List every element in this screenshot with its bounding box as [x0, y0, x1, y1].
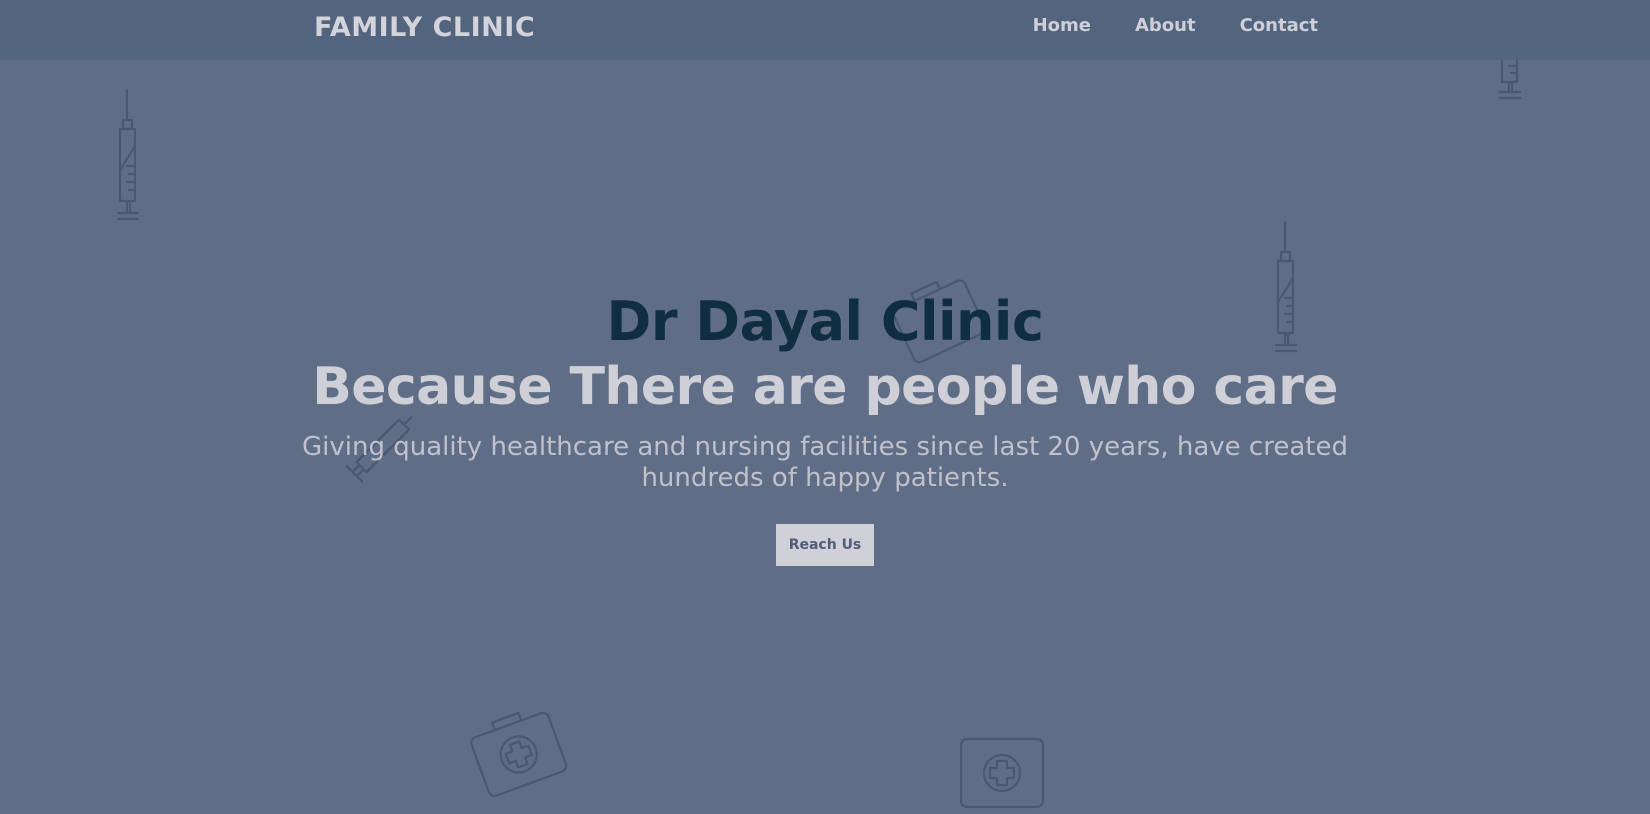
first-aid-kit-icon [470, 711, 568, 797]
nav-link-about[interactable]: About [1135, 15, 1196, 36]
hero-tagline: Because There are people who care [312, 357, 1338, 417]
hero-section: Dr Dayal Clinic Because There are people… [0, 290, 1650, 566]
hero-title: Dr Dayal Clinic [606, 290, 1044, 353]
brand-logo[interactable]: FAMILY CLINIC [314, 12, 535, 43]
nav-links: Home About Contact [1033, 15, 1318, 36]
first-aid-kit-icon [959, 737, 1045, 809]
syringe-icon [1498, 58, 1522, 100]
nav-link-contact[interactable]: Contact [1240, 15, 1318, 36]
hero-description: Giving quality healthcare and nursing fa… [302, 432, 1348, 493]
syringe-icon [116, 88, 140, 221]
nav-link-home[interactable]: Home [1033, 15, 1091, 36]
navbar: FAMILY CLINIC Home About Contact [0, 0, 1650, 60]
reach-us-button[interactable]: Reach Us [776, 524, 874, 566]
